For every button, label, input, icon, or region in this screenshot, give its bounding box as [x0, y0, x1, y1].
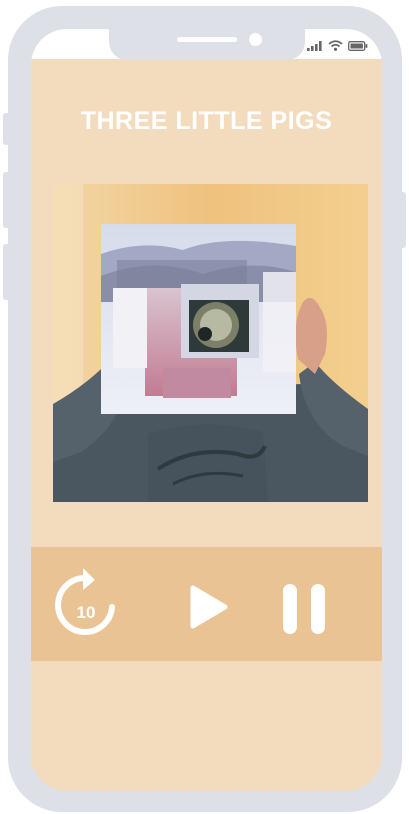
pause-icon [283, 584, 325, 634]
status-bar [31, 29, 382, 60]
story-title: THREE LITTLE PIGS [80, 107, 333, 135]
phone-side-button-volume-down [3, 244, 10, 300]
player-controls: 10 [31, 547, 382, 661]
speaker-grille [177, 37, 237, 42]
wifi-icon [328, 40, 343, 51]
phone-screen: THREE LITTLE PIGS 10 [31, 29, 382, 791]
album-cover-image [53, 184, 368, 502]
phone-notch [109, 29, 305, 60]
battery-icon [348, 41, 368, 51]
play-button[interactable] [189, 584, 229, 630]
cellular-signal-icon [307, 41, 322, 51]
status-icons [307, 40, 368, 51]
phone-side-button-top [3, 113, 10, 145]
phone-side-button-volume-up [3, 172, 10, 228]
pause-button[interactable] [283, 584, 325, 634]
rewind-10-button[interactable]: 10 [55, 568, 117, 640]
play-icon [190, 585, 228, 629]
phone-power-button [399, 192, 406, 248]
front-camera [249, 33, 262, 46]
rewind-seconds-label: 10 [76, 603, 96, 622]
cover-illustration [53, 184, 368, 502]
